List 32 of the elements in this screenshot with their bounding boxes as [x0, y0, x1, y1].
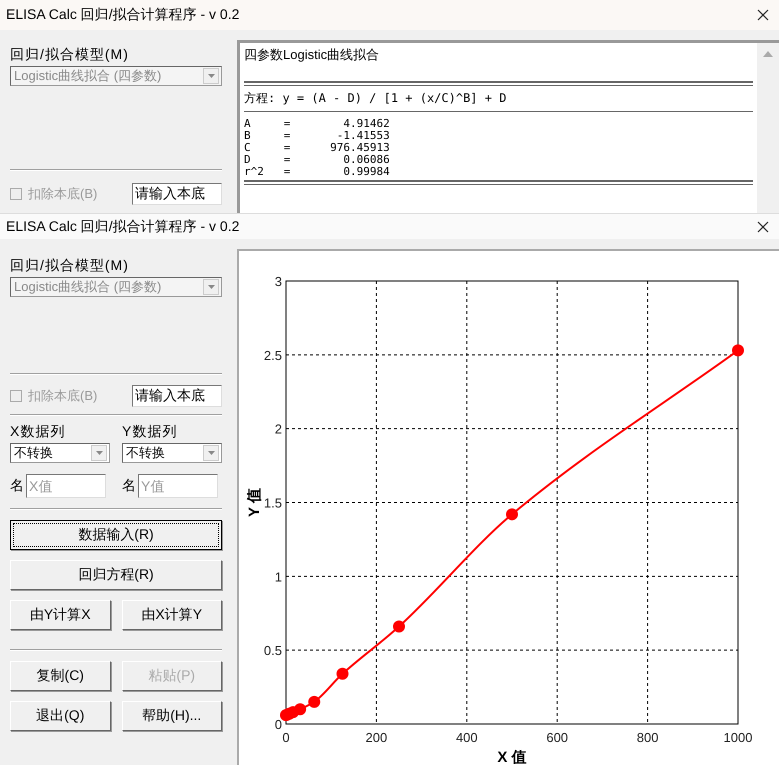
model-label: 回归/拟合模型(M)	[10, 46, 130, 64]
checkbox-label: 扣除本底(B)	[28, 387, 98, 405]
x-axis-title: X 值	[497, 749, 527, 764]
y-tick-label: 1	[274, 569, 282, 584]
x-tick-label: 800	[636, 730, 658, 745]
model-label: 回归/拟合模型(M)	[10, 257, 130, 275]
x-tick-label: 400	[456, 730, 478, 745]
y-axis-title: Y 值	[246, 488, 263, 517]
y-tick-label: 3	[274, 274, 282, 289]
y-tick-label: 1.5	[264, 496, 282, 510]
name-label: 名	[122, 477, 136, 495]
parameter-line: C = 976.45913	[244, 142, 391, 154]
parameter-line: A = 4.91462	[244, 118, 391, 130]
column-label: Y数据列	[122, 423, 178, 441]
window-title: ELISA Calc 回归/拟合计算程序 - v 0.2	[6, 218, 240, 236]
y-tick-label: 2	[274, 422, 282, 437]
parameter-line: D = 0.06086	[244, 154, 391, 166]
results-title: 四参数Logistic曲线拟合	[244, 46, 380, 64]
x-tick-label: 200	[366, 730, 388, 745]
y-tick-label: 0	[274, 717, 282, 732]
name-label: 名	[10, 477, 24, 495]
window-title: ELISA Calc 回归/拟合计算程序 - v 0.2	[6, 6, 240, 24]
equation-text: 方程: y = (A - D) / [1 + (x/C)^B] + D	[244, 90, 508, 107]
x-tick-label: 0	[282, 730, 290, 745]
y-tick-label: 2.5	[264, 348, 282, 363]
column-label: X数据列	[10, 423, 66, 441]
parameter-line: B = -1.41553	[244, 130, 391, 142]
y-tick-label: 0.5	[264, 643, 282, 658]
x-tick-label: 600	[546, 730, 568, 745]
parameter-line: r^2 = 0.99984	[244, 166, 391, 178]
checkbox-label: 扣除本底(B)	[28, 185, 98, 203]
x-tick-label: 1000	[724, 730, 752, 745]
